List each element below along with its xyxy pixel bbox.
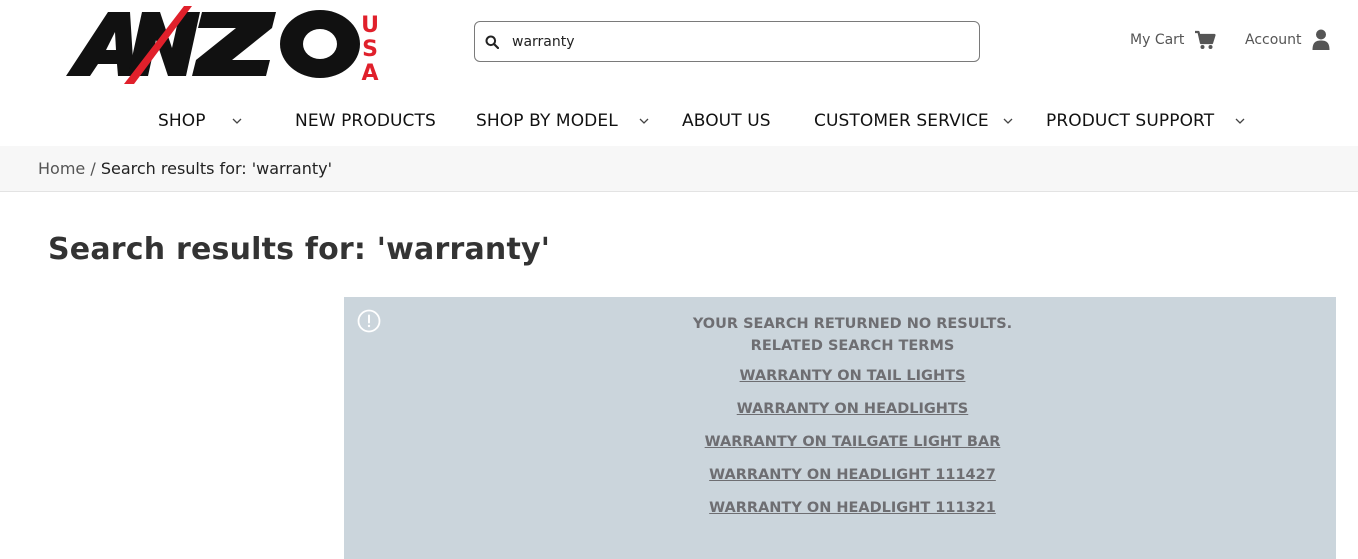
related-term-link[interactable]: WARRANTY ON TAIL LIGHTS <box>344 365 1358 398</box>
user-icon <box>1312 29 1330 50</box>
nav-label: ABOUT US <box>682 111 771 131</box>
nav-item-shop[interactable]: SHOP <box>158 100 206 142</box>
chevron-down-icon[interactable] <box>1235 117 1245 125</box>
related-terms-heading: RELATED SEARCH TERMS <box>750 338 955 354</box>
main-nav: SHOP NEW PRODUCTS SHOP BY MODEL ABOUT US… <box>0 100 1358 142</box>
breadcrumb-current: Search results for: 'warranty' <box>100 159 332 178</box>
related-term-link[interactable]: WARRANTY ON TAILGATE LIGHT BAR <box>344 431 1358 464</box>
anzo-usa-logo[interactable]: U S A <box>64 4 384 86</box>
chevron-down-icon[interactable] <box>1003 117 1013 125</box>
search-icon[interactable] <box>485 35 499 49</box>
nav-item-product-support[interactable]: PRODUCT SUPPORT <box>1046 100 1214 142</box>
nav-item-customer-service[interactable]: CUSTOMER SERVICE <box>814 100 989 142</box>
search-box[interactable] <box>474 21 980 62</box>
related-term-link[interactable]: WARRANTY ON HEADLIGHT 111427 <box>344 464 1358 497</box>
my-cart-link[interactable]: My Cart <box>1130 26 1217 54</box>
breadcrumb-home-link[interactable]: Home <box>38 159 85 178</box>
chevron-down-icon[interactable] <box>639 117 649 125</box>
nav-label: PRODUCT SUPPORT <box>1046 111 1215 131</box>
svg-text:S: S <box>362 37 378 62</box>
cart-icon <box>1195 30 1217 49</box>
chevron-down-icon[interactable] <box>232 117 242 125</box>
svg-text:A: A <box>361 61 378 86</box>
related-term-link[interactable]: WARRANTY ON HEADLIGHTS <box>344 398 1358 431</box>
breadcrumb-bar: Home / Search results for: 'warranty' <box>0 146 1358 192</box>
page-title: Search results for: 'warranty' <box>48 232 551 267</box>
svg-text:U: U <box>361 13 379 38</box>
page: U S A My Cart Account SHOP <box>0 0 1358 559</box>
breadcrumb: Home / Search results for: 'warranty' <box>38 159 332 178</box>
nav-label: SHOP <box>158 111 206 131</box>
breadcrumb-separator: / <box>85 159 101 178</box>
nav-item-new-products[interactable]: NEW PRODUCTS <box>295 100 436 142</box>
related-terms-list: WARRANTY ON TAIL LIGHTS WARRANTY ON HEAD… <box>344 365 1358 530</box>
search-input[interactable] <box>512 26 952 57</box>
nav-item-about-us[interactable]: ABOUT US <box>682 100 771 142</box>
nav-item-shop-by-model[interactable]: SHOP BY MODEL <box>476 100 618 142</box>
nav-label: NEW PRODUCTS <box>295 111 436 131</box>
nav-label: SHOP BY MODEL <box>476 111 618 131</box>
no-results-text: YOUR SEARCH RETURNED NO RESULTS. <box>692 316 1013 332</box>
nav-label: CUSTOMER SERVICE <box>814 111 989 131</box>
no-results-notice: YOUR SEARCH RETURNED NO RESULTS. RELATED… <box>344 297 1336 559</box>
notice-message: YOUR SEARCH RETURNED NO RESULTS. RELATED… <box>344 313 1358 357</box>
related-term-link[interactable]: WARRANTY ON HEADLIGHT 111321 <box>344 497 1358 530</box>
account-link[interactable]: Account <box>1245 26 1330 54</box>
account-label: Account <box>1245 32 1302 48</box>
my-cart-label: My Cart <box>1130 32 1185 48</box>
